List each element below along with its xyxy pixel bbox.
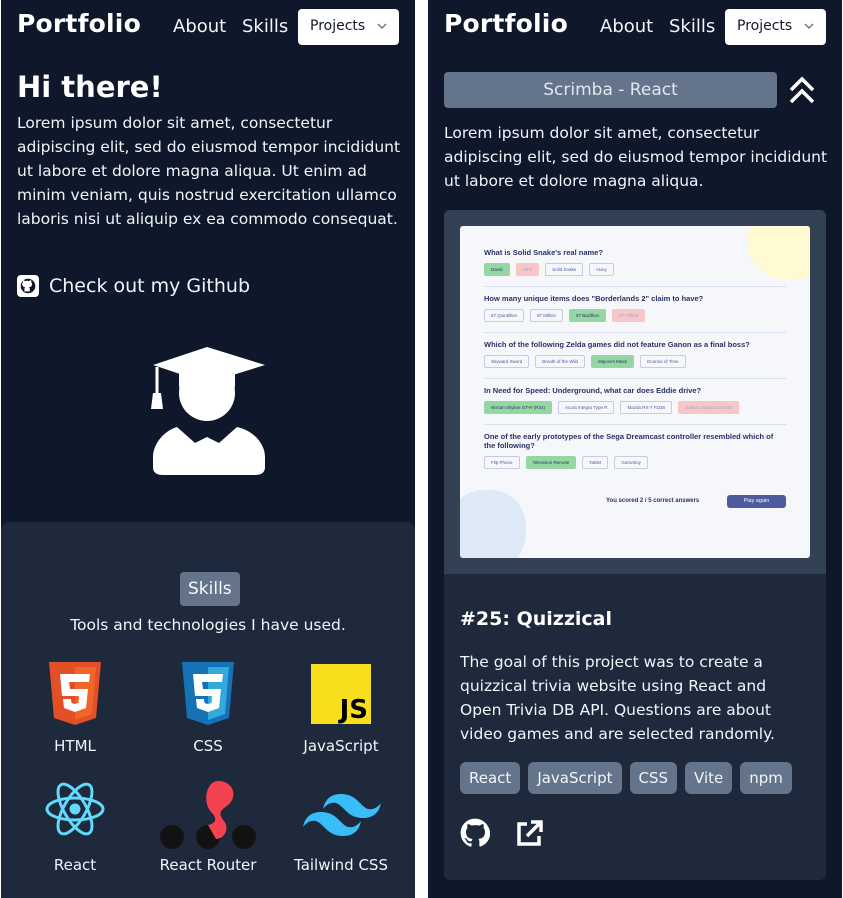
quiz-answer: Skyward Sword [484, 355, 530, 368]
svg-text:JS: JS [338, 695, 368, 725]
quiz-question: How many unique items does "Borderlands … [484, 294, 786, 333]
project-title: #25: Quizzical [460, 608, 612, 630]
divider [484, 286, 786, 287]
github-link-label: Check out my Github [49, 275, 251, 297]
projects-dropdown[interactable]: Projects [725, 9, 826, 45]
nav-about-link[interactable]: About [600, 16, 653, 37]
quiz-answer: Solid Snake [545, 263, 584, 276]
skill-name: JavaScript [303, 737, 379, 755]
quiz-question: What is Solid Snake's real name? David Joh… [484, 248, 786, 287]
react-router-icon [160, 781, 256, 849]
decorative-blob [460, 490, 526, 558]
section-intro: Lorem ipsum dolor sit amet, consectetur … [444, 124, 828, 190]
quiz-answers: Flip Phone Television Remote Tablet Gameboy [484, 456, 786, 469]
brand-logo[interactable]: Portfolio [444, 9, 568, 38]
tag: JavaScript [528, 762, 622, 794]
quiz-answer: 87 Million [530, 309, 564, 322]
quiz-answer: David [484, 263, 510, 276]
quiz-answer: Tablet [582, 456, 609, 469]
quiz-answer: Television Remote [525, 456, 577, 469]
skills-badge: Skills [180, 572, 240, 606]
github-icon[interactable] [460, 818, 490, 848]
skills-subtitle: Tools and technologies I have used. [70, 616, 346, 634]
quiz-question: Which of the following Zelda games did n… [484, 340, 786, 379]
quiz-question-text: What is Solid Snake's real name? [484, 248, 603, 257]
quiz-answer: John [515, 263, 540, 276]
project-screenshot: What is Solid Snake's real name? David Joh… [460, 226, 810, 558]
tailwind-icon [303, 794, 381, 836]
play-again-button: Play again [727, 495, 786, 508]
quiz-question-text: Which of the following Zelda games did n… [484, 340, 750, 349]
graduate-icon [151, 347, 265, 475]
home-panel: Portfolio About Skills Projects Hi there… [1, 0, 415, 898]
hero-text: Lorem ipsum dolor sit amet, consectetur … [17, 114, 401, 228]
quiz-answer: Acura Integra Type R [558, 401, 615, 414]
css3-icon [182, 662, 234, 725]
divider [484, 332, 786, 333]
hero-title: Hi there! [17, 70, 163, 104]
quiz-question-text: How many unique items does "Borderlands … [484, 294, 704, 303]
divider [484, 424, 786, 425]
divider [484, 378, 786, 379]
quiz-answers: Skyward Sword Breath of the Wild Majora's … [484, 355, 786, 368]
quiz-answer: Huey [589, 263, 614, 276]
project-card: What is Solid Snake's real name? David Joh… [444, 210, 826, 880]
quiz-score: You scored 2 / 5 correct answers [606, 498, 700, 504]
chevron-down-icon [377, 23, 387, 29]
quiz-answer: Breath of the Wild [535, 355, 586, 368]
nav-skills-link[interactable]: Skills [242, 16, 288, 37]
projects-dropdown[interactable]: Projects [298, 9, 399, 45]
skills-section: Skills Tools and technologies I have use… [1, 522, 415, 898]
quiz-answer: 87 Quintillion [484, 309, 525, 322]
github-icon [17, 275, 39, 297]
quiz-question-text: One of the early prototypes of the Sega … [484, 432, 774, 450]
tag: CSS [629, 762, 678, 794]
chevron-down-icon [804, 23, 814, 29]
quiz-answer: Majora's Mask [591, 355, 634, 368]
external-link-icon[interactable] [513, 818, 545, 850]
quiz-answer: Flip Phone [484, 456, 520, 469]
quiz-answer: Mazda RX-7 FD3S [620, 401, 673, 414]
quiz-answer: Nissan Skyline GT-R (R34) [484, 401, 553, 414]
github-link[interactable]: Check out my Github [17, 272, 250, 300]
projects-dropdown-label: Projects [737, 18, 793, 34]
project-tags: React JavaScript CSS Vite npm [460, 762, 792, 794]
nav-about-link[interactable]: About [173, 16, 226, 37]
react-icon [45, 782, 105, 836]
nav-skills-link[interactable]: Skills [669, 16, 715, 37]
navbar: Portfolio About Skills Projects [428, 0, 842, 52]
skill-name: HTML [54, 737, 96, 755]
project-description: The goal of this project was to create a… [460, 653, 775, 743]
skill-name: React [53, 856, 97, 874]
html5-icon [49, 662, 101, 725]
tag: Vite [685, 762, 733, 794]
quiz-answers: David John Solid Snake Huey [484, 263, 786, 276]
tag: npm [740, 762, 792, 794]
brand-logo[interactable]: Portfolio [17, 9, 141, 38]
tag: React [460, 762, 521, 794]
navbar: Portfolio About Skills Projects [1, 0, 415, 52]
section-title-button[interactable]: Scrimba - React [444, 72, 777, 108]
quiz-answer: Ocarina of Time [639, 355, 686, 368]
double-chevron-up-icon[interactable] [789, 76, 815, 104]
skill-name: React Router [159, 856, 257, 874]
projects-panel: Portfolio About Skills Projects Scrimba … [428, 0, 842, 898]
quiz-question: One of the early prototypes of the Sega … [484, 432, 786, 469]
quiz-answers: 87 Quintillion 87 Million 87 Bazillion 87 T… [484, 309, 786, 322]
projects-dropdown-label: Projects [310, 18, 366, 34]
skill-name: CSS [193, 737, 223, 755]
javascript-icon: JS [311, 664, 371, 725]
quiz-answer: 87 Bazillion [569, 309, 607, 322]
quiz-answer: Gameboy [614, 456, 648, 469]
skill-name: Tailwind CSS [294, 856, 388, 874]
quiz-answers: Nissan Skyline GT-R (R34) Acura Integra T… [484, 401, 786, 414]
quiz-answer: 87 Trillion [612, 309, 646, 322]
quiz-question-text: In Need for Speed: Underground, what car… [484, 386, 702, 395]
quiz-question: In Need for Speed: Underground, what car… [484, 386, 786, 425]
quiz-answer: Subaru Impreza 2.5 RS [678, 401, 740, 414]
project-screenshot-frame: What is Solid Snake's real name? David Joh… [444, 210, 826, 574]
